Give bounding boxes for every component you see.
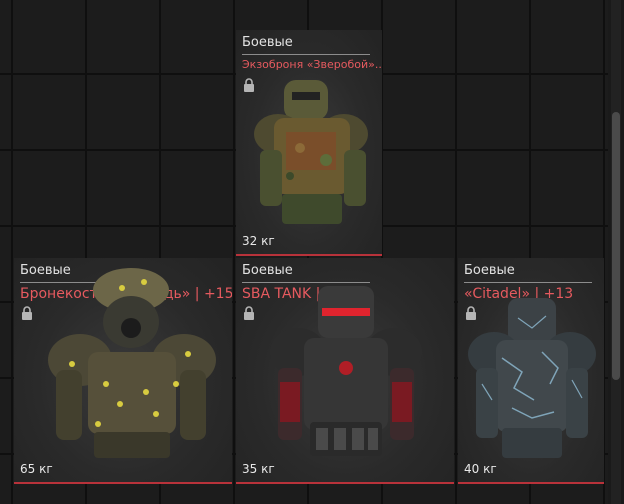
item-weight: 32 кг <box>242 234 275 248</box>
category-divider <box>464 282 592 283</box>
item-weight: 35 кг <box>242 462 275 476</box>
item-weight: 40 кг <box>464 462 497 476</box>
heavy-armor-suit-icon <box>48 268 216 458</box>
inventory-scrollbar[interactable] <box>611 0 621 504</box>
item-card-zveroboy[interactable]: Боевые Экзоброня «Зверобой».. 32 кг <box>236 30 382 256</box>
item-card-sba-tank[interactable]: Боевые SBA TANK | +15 35 кг <box>236 258 454 484</box>
item-category: Боевые <box>464 263 515 278</box>
exoskeleton-armor-icon <box>254 80 368 224</box>
lock-icon <box>22 306 32 320</box>
item-weight: 65 кг <box>20 462 53 476</box>
scrollbar-thumb[interactable] <box>612 112 620 380</box>
lock-icon <box>244 306 254 320</box>
citadel-armor-icon <box>468 298 596 458</box>
sba-tank-armor-icon <box>270 286 422 456</box>
item-card-vozhd[interactable]: Боевые Бронекостюм «Вождь» | +15 65 кг <box>14 258 232 484</box>
item-card-citadel[interactable]: Боевые «Citadel» | +13 40 кг <box>458 258 604 484</box>
item-category: Боевые <box>242 35 293 50</box>
category-divider <box>242 54 370 55</box>
